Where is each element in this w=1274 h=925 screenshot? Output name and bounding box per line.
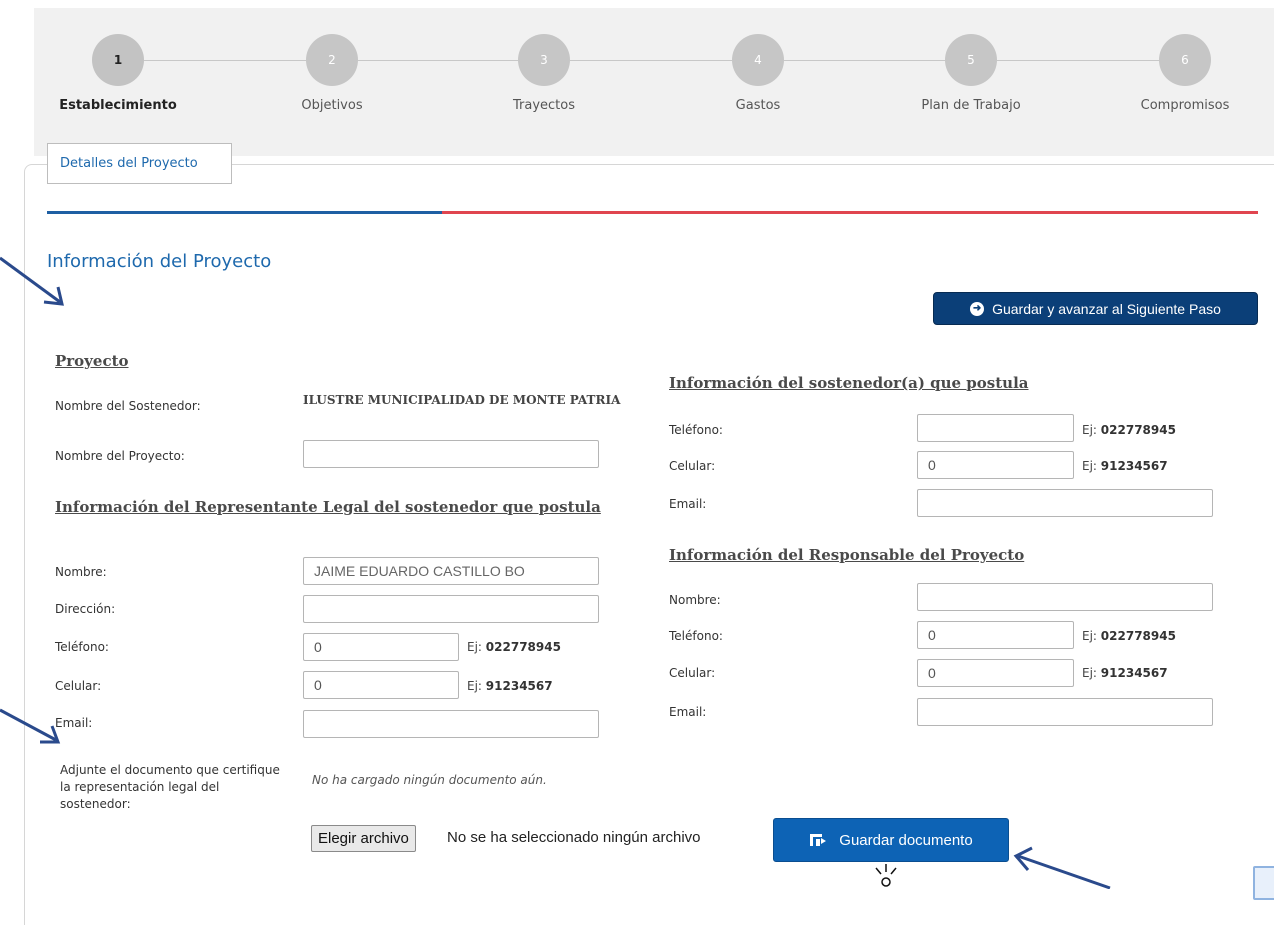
sost-email-label: Email: <box>669 497 707 511</box>
rep-telefono-hint: Ej: 022778945 <box>467 640 561 654</box>
step-connector <box>784 60 945 61</box>
rep-nombre-label: Nombre: <box>55 565 107 579</box>
step-connector <box>997 60 1159 61</box>
tab-underline <box>47 183 232 184</box>
step-5-label: Plan de Trabajo <box>921 98 1021 113</box>
step-6-label: Compromisos <box>1140 98 1230 113</box>
attachment-status-note: No ha cargado ningún documento aún. <box>312 773 547 787</box>
proyecto-heading: Proyecto <box>55 352 129 370</box>
tab-detalles-proyecto[interactable]: Detalles del Proyecto <box>47 143 232 183</box>
sost-telefono-input[interactable] <box>917 414 1074 442</box>
step-connector <box>358 60 518 61</box>
step-5-circle[interactable]: 5 <box>945 34 997 86</box>
step-4-circle[interactable]: 4 <box>732 34 784 86</box>
rep-celular-hint: Ej: 91234567 <box>467 679 553 693</box>
step-connector <box>144 60 306 61</box>
resp-celular-hint: Ej: 91234567 <box>1082 666 1168 680</box>
step-2-label: Objetivos <box>301 98 363 113</box>
progress-bar-red <box>442 211 1258 214</box>
sost-celular-input[interactable]: 0 <box>917 451 1074 479</box>
step-1-label: Establecimiento <box>59 98 177 113</box>
step-connector <box>570 60 732 61</box>
sostenedor-label: Nombre del Sostenedor: <box>55 399 201 413</box>
sost-celular-hint: Ej: 91234567 <box>1082 459 1168 473</box>
rep-direccion-input[interactable] <box>303 595 599 623</box>
rep-celular-label: Celular: <box>55 679 102 693</box>
resp-email-label: Email: <box>669 705 707 719</box>
resp-celular-input[interactable]: 0 <box>917 659 1074 687</box>
responsable-heading: Información del Responsable del Proyecto <box>669 546 1025 564</box>
sost-celular-label: Celular: <box>669 459 716 473</box>
rep-telefono-input[interactable]: 0 <box>303 633 459 661</box>
corner-widget[interactable] <box>1253 866 1274 900</box>
step-4-label: Gastos <box>735 98 781 113</box>
save-and-next-button[interactable]: ➜ Guardar y avanzar al Siguiente Paso <box>933 292 1258 325</box>
nombre-proyecto-label: Nombre del Proyecto: <box>55 449 185 463</box>
sost-email-input[interactable] <box>917 489 1213 517</box>
step-2-circle[interactable]: 2 <box>306 34 358 86</box>
rep-telefono-label: Teléfono: <box>55 640 109 654</box>
sostenedor-info-heading: Información del sostenedor(a) que postul… <box>669 374 1029 392</box>
save-document-label: Guardar documento <box>839 831 973 849</box>
save-document-button[interactable]: Guardar documento <box>773 818 1009 862</box>
resp-telefono-hint: Ej: 022778945 <box>1082 629 1176 643</box>
save-file-icon <box>810 834 827 846</box>
resp-celular-label: Celular: <box>669 666 716 680</box>
attachment-label: Adjunte el documento que certifique la r… <box>60 763 280 811</box>
choose-file-button[interactable]: Elegir archivo <box>311 825 416 852</box>
resp-email-input[interactable] <box>917 698 1213 726</box>
step-1-circle[interactable]: 1 <box>92 34 144 86</box>
step-3-label: Trayectos <box>512 98 576 113</box>
progress-bar-blue <box>47 211 442 214</box>
rep-celular-input[interactable]: 0 <box>303 671 459 699</box>
rep-direccion-label: Dirección: <box>55 602 116 616</box>
rep-nombre-input[interactable]: JAIME EDUARDO CASTILLO BO <box>303 557 599 585</box>
sost-telefono-hint: Ej: 022778945 <box>1082 423 1176 437</box>
step-3-circle[interactable]: 3 <box>518 34 570 86</box>
file-status-text: No se ha seleccionado ningún archivo <box>447 829 701 846</box>
arrow-circle-right-icon: ➜ <box>970 301 985 316</box>
rep-email-input[interactable] <box>303 710 599 738</box>
sost-telefono-label: Teléfono: <box>669 423 723 437</box>
sostenedor-value: ILUSTRE MUNICIPALIDAD DE MONTE PATRIA <box>303 393 621 407</box>
wizard-stepper: 1 2 3 4 5 6 Establecimiento Objetivos Tr… <box>0 0 1274 130</box>
step-6-circle[interactable]: 6 <box>1159 34 1211 86</box>
representante-heading: Información del Representante Legal del … <box>55 498 601 516</box>
resp-telefono-label: Teléfono: <box>669 629 723 643</box>
rep-email-label: Email: <box>55 716 93 730</box>
resp-nombre-label: Nombre: <box>669 593 721 607</box>
section-title: Información del Proyecto <box>47 251 272 272</box>
resp-telefono-input[interactable]: 0 <box>917 621 1074 649</box>
save-and-next-label: Guardar y avanzar al Siguiente Paso <box>992 300 1221 317</box>
nombre-proyecto-input[interactable] <box>303 440 599 468</box>
resp-nombre-input[interactable] <box>917 583 1213 611</box>
